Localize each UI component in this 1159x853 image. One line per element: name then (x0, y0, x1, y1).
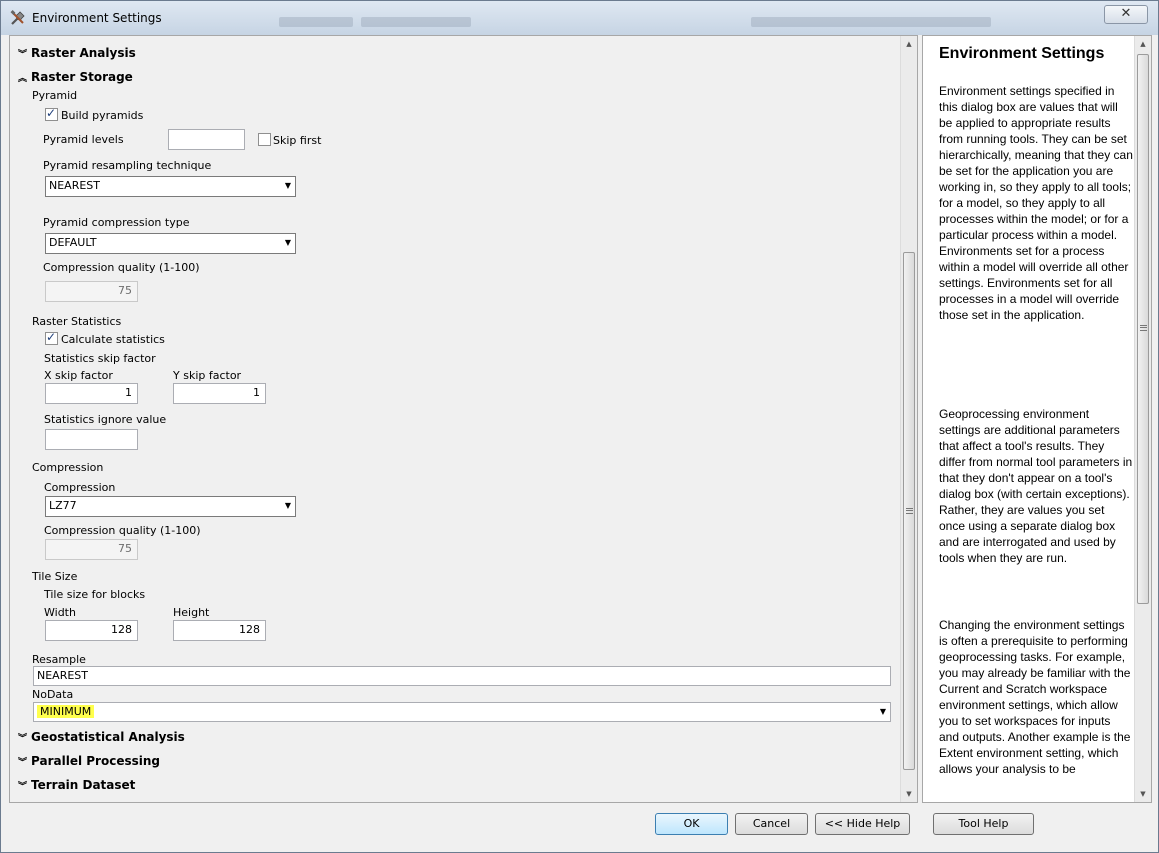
tool-help-button[interactable]: Tool Help (933, 813, 1034, 835)
section-label: Terrain Dataset (31, 778, 136, 792)
tile-size-group-label: Tile Size (32, 570, 78, 583)
settings-panel: ︾ Raster Analysis ︽ Raster Storage Pyramid… (9, 35, 918, 803)
section-label: Parallel Processing (31, 754, 160, 768)
title-blur (751, 17, 991, 27)
dropdown-arrow-icon: ▼ (284, 501, 291, 510)
pyramid-quality-label: Compression quality (1-100) (43, 261, 200, 274)
section-raster-storage[interactable]: ︽ Raster Storage (18, 70, 133, 84)
scroll-down-icon[interactable]: ▼ (901, 786, 917, 802)
select-value: MINIMUM (37, 705, 95, 718)
compression-label: Compression (44, 481, 116, 494)
calculate-statistics-checkbox[interactable] (45, 330, 58, 345)
help-paragraph: Changing the environment settings is oft… (939, 618, 1131, 776)
expand-icon: ︾ (18, 758, 28, 768)
tile-height-label: Height (173, 606, 210, 619)
ok-button[interactable]: OK (655, 813, 728, 835)
environment-settings-window: Environment Settings ✕ ︾ Raster Analysis … (0, 0, 1159, 853)
compression-select[interactable]: LZ77 ▼ (45, 496, 296, 517)
compression-group-label: Compression (32, 461, 104, 474)
nodata-label: NoData (32, 688, 74, 701)
resample-label: Resample (32, 653, 86, 666)
help-panel: Environment Settings Environment setting… (922, 35, 1152, 803)
title-blur (361, 17, 471, 27)
tools-icon (10, 10, 25, 25)
x-skip-factor-label: X skip factor (44, 369, 113, 382)
skip-first-label: Skip first (273, 134, 322, 147)
y-skip-factor-input[interactable]: 1 (173, 383, 266, 404)
help-paragraph: Environment settings specified in this d… (939, 84, 1133, 322)
pyramid-resampling-select[interactable]: NEAREST ▼ (45, 176, 296, 197)
scroll-up-icon[interactable]: ▲ (901, 36, 917, 52)
scroll-down-icon[interactable]: ▼ (1135, 786, 1151, 802)
y-skip-factor-label: Y skip factor (173, 369, 242, 382)
dropdown-arrow-icon: ▼ (284, 181, 291, 190)
statistics-skip-factor-label: Statistics skip factor (44, 352, 156, 365)
hide-help-button[interactable]: << Hide Help (815, 813, 910, 835)
statistics-ignore-input[interactable] (45, 429, 138, 450)
dropdown-arrow-icon: ▼ (879, 707, 886, 716)
dropdown-arrow-icon: ▼ (284, 238, 291, 247)
tile-width-label: Width (44, 606, 76, 619)
title-bar: Environment Settings ✕ (1, 1, 1158, 35)
help-scrollbar[interactable]: ▲ ▼ (1134, 36, 1151, 802)
collapse-icon: ︽ (18, 74, 28, 84)
skip-first-checkbox[interactable] (258, 133, 271, 146)
x-skip-factor-input[interactable]: 1 (45, 383, 138, 404)
select-value: DEFAULT (49, 236, 97, 249)
title-blur (279, 17, 353, 27)
statistics-ignore-label: Statistics ignore value (44, 413, 167, 426)
select-value: NEAREST (49, 179, 100, 192)
select-value: NEAREST (37, 669, 88, 682)
select-value: LZ77 (49, 499, 77, 512)
pyramid-compression-type-label: Pyramid compression type (43, 216, 190, 229)
scrollbar-thumb[interactable] (903, 252, 915, 770)
settings-scrollbar[interactable]: ▲ ▼ (900, 36, 917, 802)
nodata-select[interactable]: MINIMUM ▼ (33, 702, 891, 722)
tile-width-input[interactable]: 128 (45, 620, 138, 641)
close-button[interactable]: ✕ (1104, 5, 1148, 24)
section-label: Raster Analysis (31, 46, 136, 60)
section-label: Raster Storage (31, 70, 133, 84)
pyramid-compression-type-select[interactable]: DEFAULT ▼ (45, 233, 296, 254)
compression-quality-input[interactable]: 75 (45, 539, 138, 560)
compression-quality-label: Compression quality (1-100) (44, 524, 201, 537)
scrollbar-thumb[interactable] (1137, 54, 1149, 604)
grip-icon (906, 508, 913, 514)
pyramid-resampling-label: Pyramid resampling technique (43, 159, 212, 172)
section-terrain-dataset[interactable]: ︾ Terrain Dataset (18, 778, 135, 792)
pyramid-levels-label: Pyramid levels (43, 133, 124, 146)
raster-statistics-group-label: Raster Statistics (32, 315, 122, 328)
cancel-button[interactable]: Cancel (735, 813, 808, 835)
section-raster-analysis[interactable]: ︾ Raster Analysis (18, 46, 136, 60)
scroll-up-icon[interactable]: ▲ (1135, 36, 1151, 52)
pyramid-quality-input[interactable]: 75 (45, 281, 138, 302)
resample-select[interactable]: NEAREST (33, 666, 891, 686)
build-pyramids-checkbox[interactable] (45, 106, 58, 121)
close-icon: ✕ (1120, 6, 1132, 21)
help-paragraph: Geoprocessing environment settings are a… (939, 407, 1133, 565)
section-geostatistical-analysis[interactable]: ︾ Geostatistical Analysis (18, 730, 185, 744)
help-title: Environment Settings (939, 45, 1105, 62)
window-title: Environment Settings (32, 11, 162, 25)
pyramid-levels-input[interactable] (168, 129, 245, 150)
pyramid-group-label: Pyramid (32, 89, 78, 102)
expand-icon: ︾ (18, 50, 28, 60)
tile-size-blocks-label: Tile size for blocks (44, 588, 146, 601)
tile-height-input[interactable]: 128 (173, 620, 266, 641)
section-parallel-processing[interactable]: ︾ Parallel Processing (18, 754, 160, 768)
calculate-statistics-label: Calculate statistics (61, 333, 165, 346)
build-pyramids-label: Build pyramids (61, 109, 144, 122)
grip-icon (1140, 325, 1147, 331)
expand-icon: ︾ (18, 734, 28, 744)
expand-icon: ︾ (18, 782, 28, 792)
section-label: Geostatistical Analysis (31, 730, 185, 744)
